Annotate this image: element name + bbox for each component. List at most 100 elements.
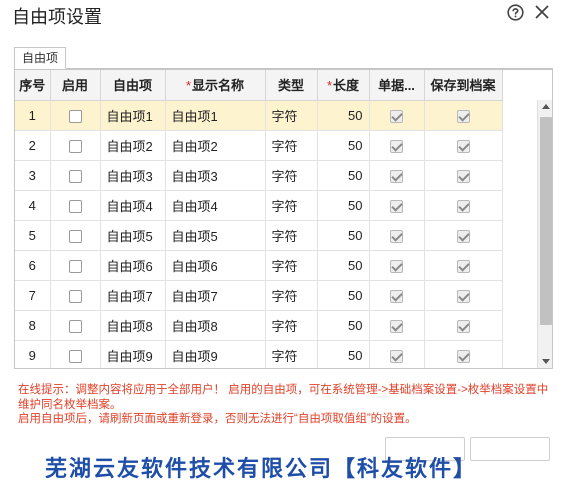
scroll-down-icon[interactable] bbox=[542, 359, 550, 364]
row-number[interactable]: 1 bbox=[15, 100, 51, 131]
column-header-type[interactable]: 类型 bbox=[265, 70, 318, 101]
column-header-no[interactable]: 序号 bbox=[15, 70, 51, 101]
row-number[interactable]: 9 bbox=[15, 340, 51, 368]
length-cell[interactable]: 50 bbox=[317, 130, 370, 161]
display-name-cell[interactable]: 自由项1 bbox=[165, 100, 266, 131]
column-header-display-name[interactable]: *显示名称 bbox=[165, 70, 266, 101]
length-cell[interactable]: 50 bbox=[317, 250, 370, 281]
length-cell[interactable]: 50 bbox=[317, 220, 370, 251]
type-cell[interactable]: 字符 bbox=[265, 310, 318, 341]
tab-strip: 自由项 bbox=[14, 47, 553, 69]
table-row[interactable]: 8 自由项8 自由项8 字符 50 bbox=[15, 310, 503, 341]
table-row[interactable]: 7 自由项7 自由项7 字符 50 bbox=[15, 280, 503, 311]
save-to-archive-checkbox-cell bbox=[424, 280, 503, 311]
type-cell[interactable]: 字符 bbox=[265, 130, 318, 161]
display-name-cell[interactable]: 自由项4 bbox=[165, 190, 266, 221]
length-cell[interactable]: 50 bbox=[317, 100, 370, 131]
tab-free-items[interactable]: 自由项 bbox=[14, 47, 66, 69]
online-tip-line-1: 在线提示：调整内容将应用于全部用户！ 启用的自由项，可在系统管理->基础档案设置… bbox=[18, 384, 549, 411]
item-cell[interactable]: 自由项3 bbox=[100, 160, 166, 191]
scroll-up-icon[interactable] bbox=[542, 104, 550, 109]
display-name-cell[interactable]: 自由项2 bbox=[165, 130, 266, 161]
required-mark: * bbox=[185, 78, 192, 94]
free-items-grid: 序号 启用 自由项 *显示名称 类型 *长度 单据... 保存到档案 1 自由项1… bbox=[14, 69, 553, 369]
table-row[interactable]: 1 自由项1 自由项1 字符 50 bbox=[15, 100, 503, 131]
table-row[interactable]: 5 自由项5 自由项5 字符 50 bbox=[15, 220, 503, 251]
display-name-cell[interactable]: 自由项5 bbox=[165, 220, 266, 251]
save-to-archive-checkbox bbox=[456, 289, 470, 303]
doc-checkbox bbox=[390, 109, 403, 123]
length-cell[interactable]: 50 bbox=[317, 340, 370, 368]
display-name-cell[interactable]: 自由项9 bbox=[165, 340, 266, 368]
required-mark: * bbox=[326, 78, 333, 94]
enabled-checkbox[interactable] bbox=[68, 319, 82, 333]
row-number[interactable]: 4 bbox=[15, 190, 51, 221]
display-name-cell[interactable]: 自由项3 bbox=[165, 160, 266, 191]
table-row[interactable]: 2 自由项2 自由项2 字符 50 bbox=[15, 130, 503, 161]
type-cell[interactable]: 字符 bbox=[265, 280, 318, 311]
table-header: 序号 启用 自由项 *显示名称 类型 *长度 单据... 保存到档案 bbox=[15, 70, 503, 101]
enabled-checkbox[interactable] bbox=[68, 259, 82, 273]
enabled-checkbox-cell bbox=[50, 190, 101, 221]
doc-checkbox bbox=[390, 259, 403, 273]
row-number[interactable]: 3 bbox=[15, 160, 51, 191]
help-icon[interactable] bbox=[507, 4, 524, 21]
table-row[interactable]: 3 自由项3 自由项3 字符 50 bbox=[15, 160, 503, 191]
row-number[interactable]: 6 bbox=[15, 250, 51, 281]
close-icon[interactable] bbox=[535, 5, 549, 19]
type-cell[interactable]: 字符 bbox=[265, 100, 318, 131]
item-cell[interactable]: 自由项7 bbox=[100, 280, 166, 311]
item-cell[interactable]: 自由项1 bbox=[100, 100, 166, 131]
type-cell[interactable]: 字符 bbox=[265, 340, 318, 368]
item-cell[interactable]: 自由项8 bbox=[100, 310, 166, 341]
save-to-archive-checkbox bbox=[456, 349, 470, 363]
row-number[interactable]: 7 bbox=[15, 280, 51, 311]
save-to-archive-checkbox-cell bbox=[424, 190, 503, 221]
online-tip: 在线提示：调整内容将应用于全部用户！ 启用的自由项，可在系统管理->基础档案设置… bbox=[18, 383, 553, 427]
type-cell[interactable]: 字符 bbox=[265, 160, 318, 191]
enabled-checkbox[interactable] bbox=[68, 289, 82, 303]
doc-checkbox-cell bbox=[369, 130, 425, 161]
row-number[interactable]: 8 bbox=[15, 310, 51, 341]
item-cell[interactable]: 自由项5 bbox=[100, 220, 166, 251]
type-cell[interactable]: 字符 bbox=[265, 220, 318, 251]
save-to-archive-checkbox bbox=[456, 139, 470, 153]
display-name-cell[interactable]: 自由项7 bbox=[165, 280, 266, 311]
row-number[interactable]: 5 bbox=[15, 220, 51, 251]
length-cell[interactable]: 50 bbox=[317, 160, 370, 191]
table-row[interactable]: 6 自由项6 自由项6 字符 50 bbox=[15, 250, 503, 281]
table-row[interactable]: 4 自由项4 自由项4 字符 50 bbox=[15, 190, 503, 221]
save-to-archive-checkbox-cell bbox=[424, 250, 503, 281]
type-cell[interactable]: 字符 bbox=[265, 250, 318, 281]
type-cell[interactable]: 字符 bbox=[265, 190, 318, 221]
item-cell[interactable]: 自由项9 bbox=[100, 340, 166, 368]
vertical-scrollbar[interactable] bbox=[537, 100, 552, 368]
display-name-cell[interactable]: 自由项6 bbox=[165, 250, 266, 281]
enabled-checkbox[interactable] bbox=[68, 229, 82, 243]
save-to-archive-checkbox bbox=[456, 229, 470, 243]
table-row[interactable]: 9 自由项9 自由项9 字符 50 bbox=[15, 340, 503, 368]
item-cell[interactable]: 自由项6 bbox=[100, 250, 166, 281]
save-to-archive-checkbox bbox=[456, 109, 470, 123]
row-number[interactable]: 2 bbox=[15, 130, 51, 161]
save-to-archive-checkbox-cell bbox=[424, 220, 503, 251]
doc-checkbox bbox=[390, 199, 403, 213]
column-header-save-to-archive[interactable]: 保存到档案 bbox=[424, 70, 503, 101]
scrollbar-thumb[interactable] bbox=[540, 117, 552, 325]
column-header-length[interactable]: *长度 bbox=[317, 70, 370, 101]
column-header-doc[interactable]: 单据... bbox=[369, 70, 425, 101]
item-cell[interactable]: 自由项2 bbox=[100, 130, 166, 161]
enabled-checkbox[interactable] bbox=[68, 109, 82, 123]
enabled-checkbox[interactable] bbox=[68, 139, 82, 153]
length-cell[interactable]: 50 bbox=[317, 310, 370, 341]
item-cell[interactable]: 自由项4 bbox=[100, 190, 166, 221]
free-items-table: 序号 启用 自由项 *显示名称 类型 *长度 单据... 保存到档案 1 自由项1… bbox=[15, 70, 503, 368]
enabled-checkbox[interactable] bbox=[68, 349, 82, 363]
enabled-checkbox[interactable] bbox=[68, 169, 82, 183]
display-name-cell[interactable]: 自由项8 bbox=[165, 310, 266, 341]
length-cell[interactable]: 50 bbox=[317, 190, 370, 221]
column-header-item[interactable]: 自由项 bbox=[100, 70, 166, 101]
length-cell[interactable]: 50 bbox=[317, 280, 370, 311]
column-header-enabled[interactable]: 启用 bbox=[50, 70, 101, 101]
enabled-checkbox[interactable] bbox=[68, 199, 82, 213]
